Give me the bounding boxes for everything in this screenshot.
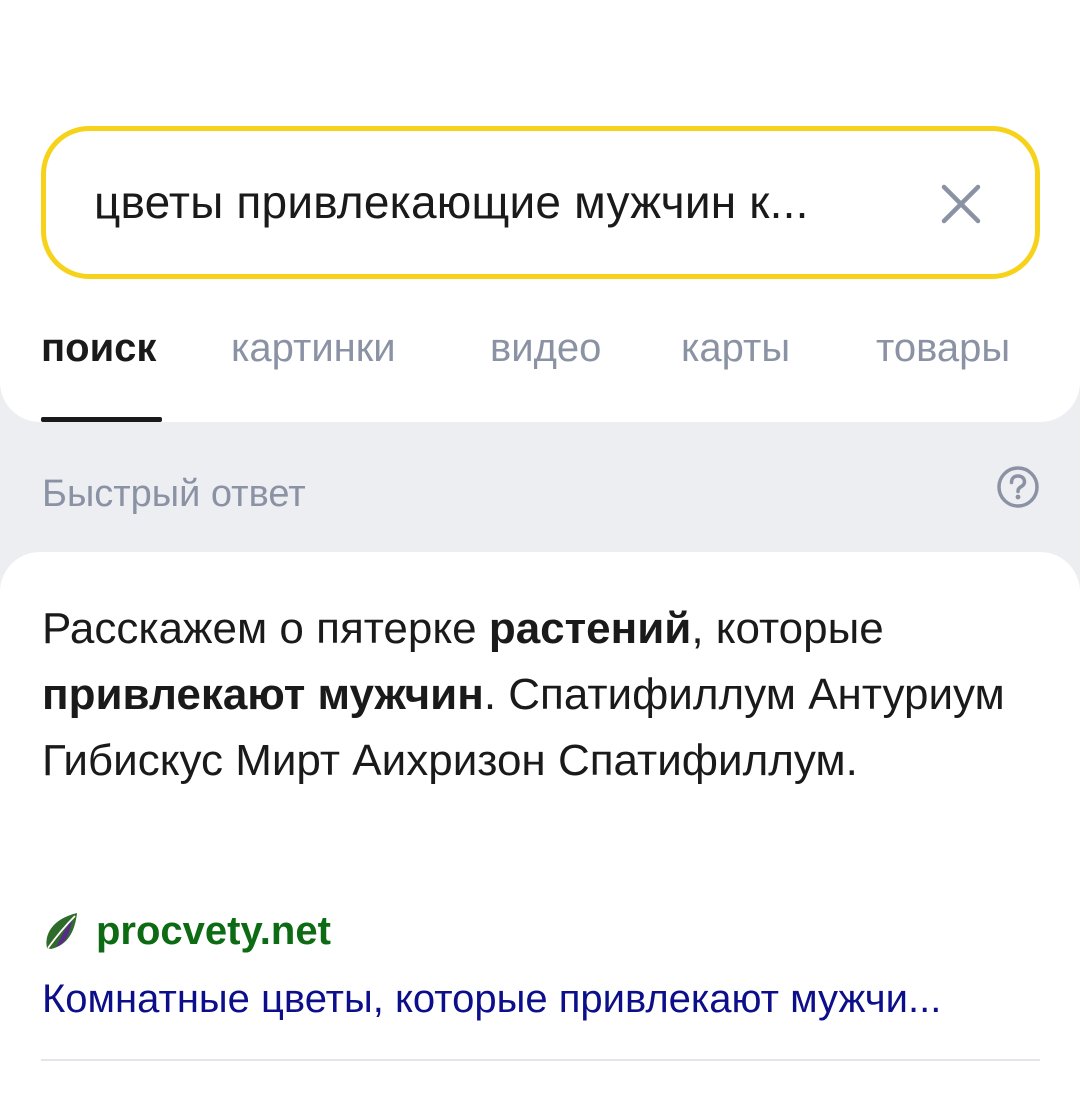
clear-search-button[interactable] (936, 179, 986, 229)
quick-answer-title: Быстрый ответ (42, 473, 306, 515)
source-row: procvety.net (42, 908, 331, 954)
search-results-page: цветы привлекающие мужчин к... поиск кар… (0, 0, 1080, 1097)
search-input[interactable]: цветы привлекающие мужчин к... (41, 126, 1040, 279)
leaf-icon (46, 913, 77, 949)
answer-text-part: Расскажем о пятерке (42, 604, 489, 653)
search-query-text[interactable]: цветы привлекающие мужчин к... (94, 131, 809, 274)
search-header: цветы привлекающие мужчин к... поиск кар… (0, 0, 1080, 422)
result-title-link[interactable]: Комнатные цветы, которые привлекают мужч… (42, 974, 1042, 1024)
active-tab-indicator (41, 417, 162, 422)
divider (41, 1059, 1040, 1061)
answer-text-bold: привлекают мужчин (42, 670, 484, 719)
quick-answer-text: Расскажем о пятерке растений, которые пр… (42, 596, 1042, 794)
tab-products[interactable]: товары (876, 318, 1010, 378)
source-domain-link[interactable]: procvety.net (96, 908, 331, 954)
question-circle-icon[interactable] (996, 465, 1040, 509)
close-icon (941, 184, 981, 224)
tab-maps[interactable]: карты (681, 318, 790, 378)
tab-images[interactable]: картинки (231, 318, 396, 378)
tab-search[interactable]: поиск (41, 318, 156, 378)
answer-text-bold: растений (488, 604, 692, 653)
quick-answer-card: Расскажем о пятерке растений, которые пр… (0, 552, 1080, 1097)
answer-text-part: , которые (691, 604, 884, 653)
tab-video[interactable]: видео (490, 318, 601, 378)
search-tabs: поиск картинки видео карты товары (0, 318, 1080, 422)
